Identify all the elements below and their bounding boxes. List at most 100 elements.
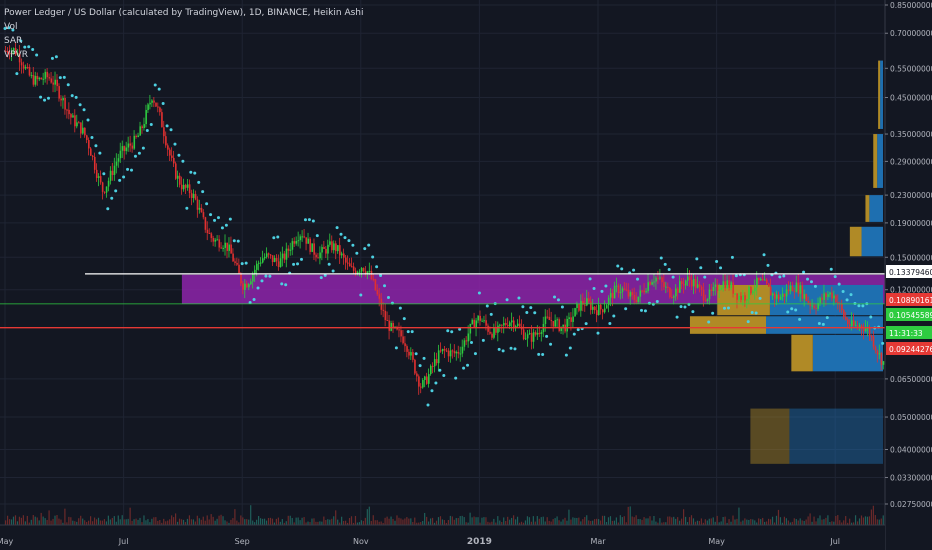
sar-dot <box>715 259 719 263</box>
price-chart[interactable]: 0.85000000 0.70000000 0.55000000 0.45000000… <box>0 0 932 550</box>
volume-bar <box>252 520 254 525</box>
volume-bar <box>129 507 131 525</box>
volume-bar <box>226 521 228 525</box>
volume-bar <box>404 518 406 525</box>
candle-body <box>78 122 80 124</box>
candle-body <box>329 241 331 245</box>
candle-body <box>133 135 136 149</box>
volume-bar <box>655 521 657 525</box>
candle-body <box>157 106 159 108</box>
candle-body <box>590 301 592 310</box>
candle-body <box>149 102 151 105</box>
candle-body <box>392 323 395 328</box>
volume-bar <box>728 519 730 525</box>
candle-body <box>503 323 505 326</box>
price-label-text: 0.10890161 <box>889 296 932 305</box>
sar-dot <box>545 334 549 338</box>
sar-dot <box>683 305 687 309</box>
volume-bar <box>244 519 246 525</box>
volume-bar <box>281 519 283 525</box>
x-tick-label: 2019 <box>467 537 492 547</box>
sar-dot <box>300 257 303 261</box>
sar-dot <box>841 290 845 294</box>
candle-body <box>552 321 555 327</box>
volume-bar <box>771 516 774 525</box>
candle-body <box>789 285 792 292</box>
volume-bar <box>835 515 837 525</box>
sar-dot <box>813 284 817 288</box>
sar-dot <box>157 87 161 91</box>
indicator-vol[interactable]: Vol <box>4 20 364 34</box>
volume-bar <box>720 521 722 525</box>
sar-dot <box>505 298 509 302</box>
volume-bar <box>242 517 244 525</box>
candle-body <box>323 247 325 249</box>
volume-bar <box>107 515 109 525</box>
volume-bar <box>396 515 398 525</box>
volume-bar <box>139 517 141 525</box>
sar-dot <box>153 83 157 87</box>
candle-body <box>368 270 371 272</box>
sar-dot <box>703 275 707 279</box>
sar-dot <box>347 239 351 243</box>
volume-bar <box>109 519 111 525</box>
sar-dot <box>193 171 197 175</box>
candle-body <box>64 98 66 110</box>
volume-bar <box>42 516 44 525</box>
candle-body <box>524 338 527 340</box>
volume-bar <box>629 506 631 525</box>
sar-dot <box>141 146 145 150</box>
candle-body <box>350 266 353 268</box>
candle-body <box>728 280 731 288</box>
sar-dot <box>537 352 541 356</box>
indicator-sar[interactable]: SAR <box>4 34 364 48</box>
candle-body <box>58 86 60 99</box>
candle-body <box>657 277 659 279</box>
volume-bar <box>722 517 724 525</box>
volume-bar <box>596 518 598 525</box>
candle-body <box>700 286 703 290</box>
candle-body <box>807 300 810 303</box>
volume-bar <box>384 517 386 525</box>
candle-body <box>224 242 227 248</box>
candle-body <box>404 343 406 347</box>
sar-dot <box>549 342 553 346</box>
volume-bar <box>68 516 70 525</box>
candle-body <box>91 155 94 157</box>
sar-dot <box>236 239 240 243</box>
candle-body <box>852 320 855 326</box>
candle-body <box>803 294 806 299</box>
volume-bar <box>876 519 878 525</box>
volume-bar <box>633 517 635 525</box>
candle-body <box>258 262 260 264</box>
candle-body <box>208 232 211 234</box>
sar-dot <box>762 253 766 257</box>
sar-dot <box>62 75 66 79</box>
candle-body <box>56 79 58 87</box>
volume-bar <box>111 517 113 525</box>
volume-bar <box>594 519 596 525</box>
indicator-vpvr[interactable]: VPVR <box>4 48 364 62</box>
candle-body <box>821 297 823 300</box>
candle-body <box>752 291 754 294</box>
candle-body <box>453 351 456 354</box>
candle-body <box>813 305 816 309</box>
candle-body <box>556 319 559 321</box>
vp-bar-up <box>861 226 883 257</box>
sar-dot <box>426 403 430 407</box>
volume-bar <box>271 518 274 525</box>
candle-body <box>348 263 351 267</box>
volume-bar <box>647 518 649 525</box>
sar-dot <box>568 346 572 350</box>
volume-bar <box>837 515 839 525</box>
volume-bar <box>550 521 552 525</box>
volume-bar <box>738 507 740 525</box>
volume-bar <box>586 515 588 525</box>
volume-bar <box>348 517 351 525</box>
candle-body <box>491 333 493 338</box>
candle-body <box>236 262 238 265</box>
candle-body <box>720 287 723 290</box>
candle-body <box>601 309 604 313</box>
sar-dot <box>371 255 375 259</box>
candle-body <box>688 276 691 280</box>
